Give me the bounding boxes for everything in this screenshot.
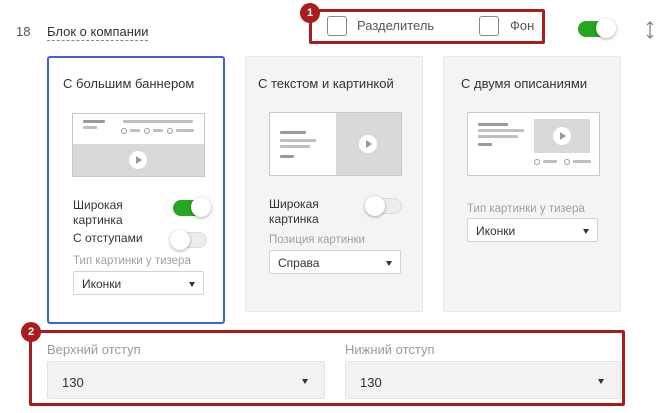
wide-image-label: Широкая картинка: [269, 197, 319, 226]
with-padding-toggle[interactable]: [170, 230, 207, 250]
chevron-down-icon: [583, 229, 589, 234]
card-title: С двумя описаниями: [461, 76, 588, 91]
block-number: 18: [16, 24, 31, 39]
wide-image-toggle[interactable]: [173, 197, 211, 217]
block-enabled-toggle[interactable]: [578, 18, 616, 38]
wide-image-label: Широкая картинка: [73, 198, 123, 227]
callout-badge-1: 1: [300, 3, 320, 23]
card-title: С большим баннером: [63, 76, 195, 91]
wide-image-toggle[interactable]: [365, 196, 402, 216]
teaser-image-type-select[interactable]: Иконки: [73, 271, 204, 295]
callout-frame-1: [309, 9, 545, 44]
image-position-label: Позиция картинки: [269, 234, 365, 246]
chevron-down-icon: [386, 261, 392, 266]
layout-card-two-descriptions[interactable]: С двумя описаниями Тип картинки у тизера…: [443, 56, 621, 312]
with-padding-label: С отступами: [73, 231, 143, 245]
teaser-image-type-select[interactable]: Иконки: [467, 218, 598, 242]
layout-card-text-image[interactable]: С текстом и картинкой Широкая картинка По…: [245, 56, 423, 312]
callout-frame-2: [29, 330, 625, 406]
teaser-image-type-label: Тип картинки у тизера: [73, 255, 191, 267]
layout-card-big-banner[interactable]: С большим баннером Широкая картинка С отс…: [47, 56, 225, 324]
chevron-down-icon: [189, 282, 195, 287]
text-image-preview-icon: [269, 112, 402, 176]
callout-badge-2: 2: [21, 322, 41, 342]
block-title-link[interactable]: Блок о компании: [47, 24, 149, 41]
teaser-image-type-label: Тип картинки у тизера: [467, 203, 585, 215]
image-position-select[interactable]: Справа: [269, 250, 401, 274]
card-title: С текстом и картинкой: [258, 76, 394, 91]
two-descriptions-preview-icon: [467, 112, 600, 176]
reorder-arrows-icon[interactable]: [645, 20, 655, 40]
big-banner-preview-icon: [72, 113, 205, 177]
